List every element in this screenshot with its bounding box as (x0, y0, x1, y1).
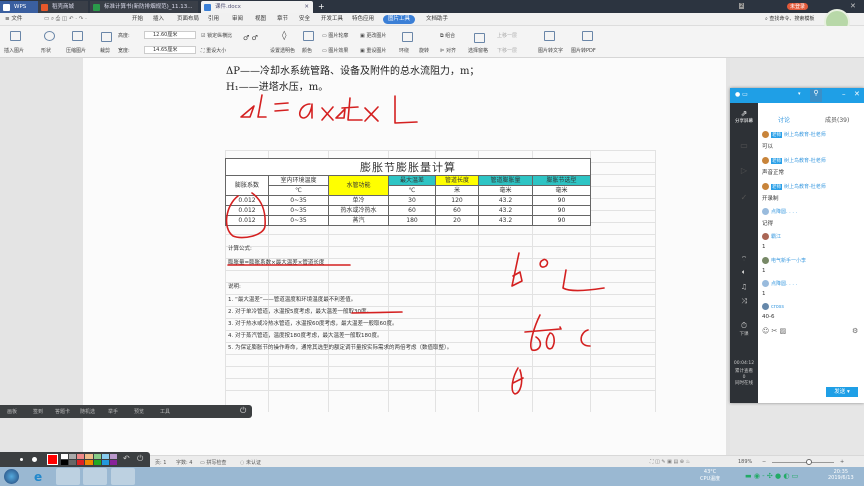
avatar (762, 183, 769, 190)
emoji-icon[interactable]: ☺ ✂ ▨ (762, 327, 786, 335)
chat-message-text: 1 (762, 244, 766, 250)
tab-discussion[interactable]: 讨论 (778, 115, 790, 124)
avatar (762, 131, 769, 138)
dropdown-icon[interactable]: ▾ (798, 91, 801, 97)
taskbar-classroom[interactable] (111, 468, 135, 485)
taskbar: e 43°C CPU温度 ▬ ◉ - ✣ ● ◐ ▭ 20:35 2019/6/13 (0, 467, 864, 486)
tool-answer-card[interactable]: 答题卡 (55, 408, 70, 415)
speaker-icon[interactable]: 🔈︎ (730, 268, 758, 277)
avatar (762, 157, 769, 164)
class-timer: 00:04:12 (733, 361, 755, 366)
pin-icon[interactable]: ⚲ (810, 89, 822, 102)
chat-message-author: 电气新手一小李 (762, 257, 806, 264)
classroom-toolbar: 画板 签到 答题卡 随机选 举手 预览 工具 ⏻ (0, 405, 252, 418)
power-icon[interactable]: ⏻ (137, 454, 143, 464)
ie-icon[interactable]: e (34, 470, 42, 484)
end-class-button[interactable]: ⏱ 下课 (730, 321, 758, 337)
send-button[interactable]: 发送 ▾ (826, 387, 858, 397)
taskbar-wps[interactable] (56, 468, 80, 485)
sidebar-icon-dim[interactable]: ✓ (730, 193, 758, 202)
tool-raise-hand[interactable]: 举手 (108, 408, 118, 415)
ink-delta-l (240, 94, 267, 118)
certification-status[interactable]: ◌ 未认证 (240, 459, 261, 466)
ink-a (298, 103, 313, 119)
music-icon[interactable]: ♫ (730, 283, 758, 291)
chat-message-text: 1 (762, 268, 766, 274)
chat-message-text: 记得 (762, 221, 774, 227)
zoom-level[interactable]: 189% (738, 459, 752, 465)
chat-message-author: 老师 树上鸟教育-杜老师 (762, 157, 826, 164)
chat-header: ● ▭ ▾ ⚲ – ✕ (730, 88, 864, 103)
view-mode-icons[interactable]: ⛶ ◫ ✎ ▣ ▤ ⊕ ♨ (650, 459, 690, 465)
undo-icon[interactable]: ↶ (123, 454, 130, 463)
chat-message-author: 老师 树上鸟教育-杜老师 (762, 131, 826, 138)
ink-equals (274, 102, 289, 112)
zoom-slider[interactable] (772, 462, 834, 463)
ink-x1 (321, 106, 334, 121)
chat-message-text: 声音正常 (762, 170, 785, 176)
tray-icons[interactable]: ▬ ◉ - ✣ ● ◐ ▭ (745, 472, 798, 480)
chat-message-author: 点降圆. . . . (762, 280, 797, 287)
start-button[interactable] (4, 469, 19, 484)
chat-sidebar: ⇗ 分享屏幕 ▭ ▷ ✓ ⌔ 🔈︎ ♫ ⤨ ⏱ 下课 00:04:12 累计查看 0 同… (730, 103, 758, 403)
chat-message-text: 1 (762, 291, 766, 297)
power-icon[interactable]: ⏻ (240, 406, 246, 416)
tool-preview[interactable]: 预览 (134, 408, 144, 415)
pen-size-small[interactable] (20, 458, 23, 461)
settings-icon[interactable]: ⚙ (852, 327, 858, 335)
tab-members[interactable]: 成员(39) (825, 115, 849, 124)
chat-message-text: 可以 (762, 144, 774, 150)
tool-tools[interactable]: 工具 (160, 408, 170, 415)
clock[interactable]: 20:35 2019/6/13 (828, 469, 854, 481)
cpu-temp: 43°C CPU温度 (700, 469, 721, 482)
avatar (762, 280, 769, 287)
tool-checkin[interactable]: 签到 (33, 408, 43, 415)
avatar (762, 257, 769, 264)
color-palette[interactable] (61, 454, 117, 465)
chat-message-author: cross (762, 303, 784, 310)
chat-message-author: 老师 树上鸟教育-杜老师 (762, 183, 826, 190)
avatar (762, 233, 769, 240)
word-count[interactable]: 字数: 4 (176, 459, 192, 466)
pen-toolbar: ↶ ⏻ (0, 452, 150, 467)
share-screen-button[interactable]: ⇗ 分享屏幕 (730, 109, 758, 124)
chat-message-author: 霸江 (762, 233, 781, 240)
shuffle-icon[interactable]: ⤨ (730, 297, 758, 306)
pen-size-large[interactable] (32, 457, 37, 462)
chat-message-text: 40-6 (762, 314, 775, 320)
spell-check-button[interactable]: ▭ 拼写检查 (200, 459, 226, 466)
ink-delta-t (335, 97, 363, 121)
ink-underline-note2 (351, 311, 403, 314)
page-indicator: 页: 1 (155, 460, 167, 466)
ink-x2 (364, 106, 379, 122)
ink-L (394, 95, 418, 124)
zoom-in-button[interactable]: + (840, 459, 844, 465)
tool-random-pick[interactable]: 随机选 (80, 408, 95, 415)
taskbar-explorer[interactable] (83, 468, 107, 485)
avatar (762, 303, 769, 310)
tool-whiteboard[interactable]: 画板 (7, 408, 17, 415)
location-icon[interactable]: ● ▭ (735, 91, 748, 98)
current-color-swatch[interactable] (47, 454, 58, 465)
ink-60c-1 (511, 252, 605, 292)
chat-input[interactable] (760, 337, 864, 385)
chat-message-text: 开录制 (762, 196, 779, 202)
wifi-icon[interactable]: ⌔ (730, 255, 758, 264)
close-icon[interactable]: ✕ (854, 90, 860, 98)
chat-message-author: 点降圆. . . . (762, 208, 797, 215)
ink-60c-2 (524, 314, 591, 352)
ink-circle (225, 192, 266, 239)
minimize-icon[interactable]: – (842, 90, 846, 98)
chat-panel: ● ▭ ▾ ⚲ – ✕ ⇗ 分享屏幕 ▭ ▷ ✓ ⌔ 🔈︎ ♫ ⤨ ⏱ 下课 00:… (730, 88, 864, 403)
sidebar-icon-dim[interactable]: ▷ (730, 166, 758, 175)
view-stats: 累计查看 0 同时在线 (735, 369, 753, 386)
avatar (762, 208, 769, 215)
ink-zero (511, 367, 524, 395)
zoom-slider-handle[interactable] (806, 459, 812, 465)
zoom-out-button[interactable]: − (762, 459, 766, 465)
sidebar-icon-dim[interactable]: ▭ (730, 141, 758, 150)
